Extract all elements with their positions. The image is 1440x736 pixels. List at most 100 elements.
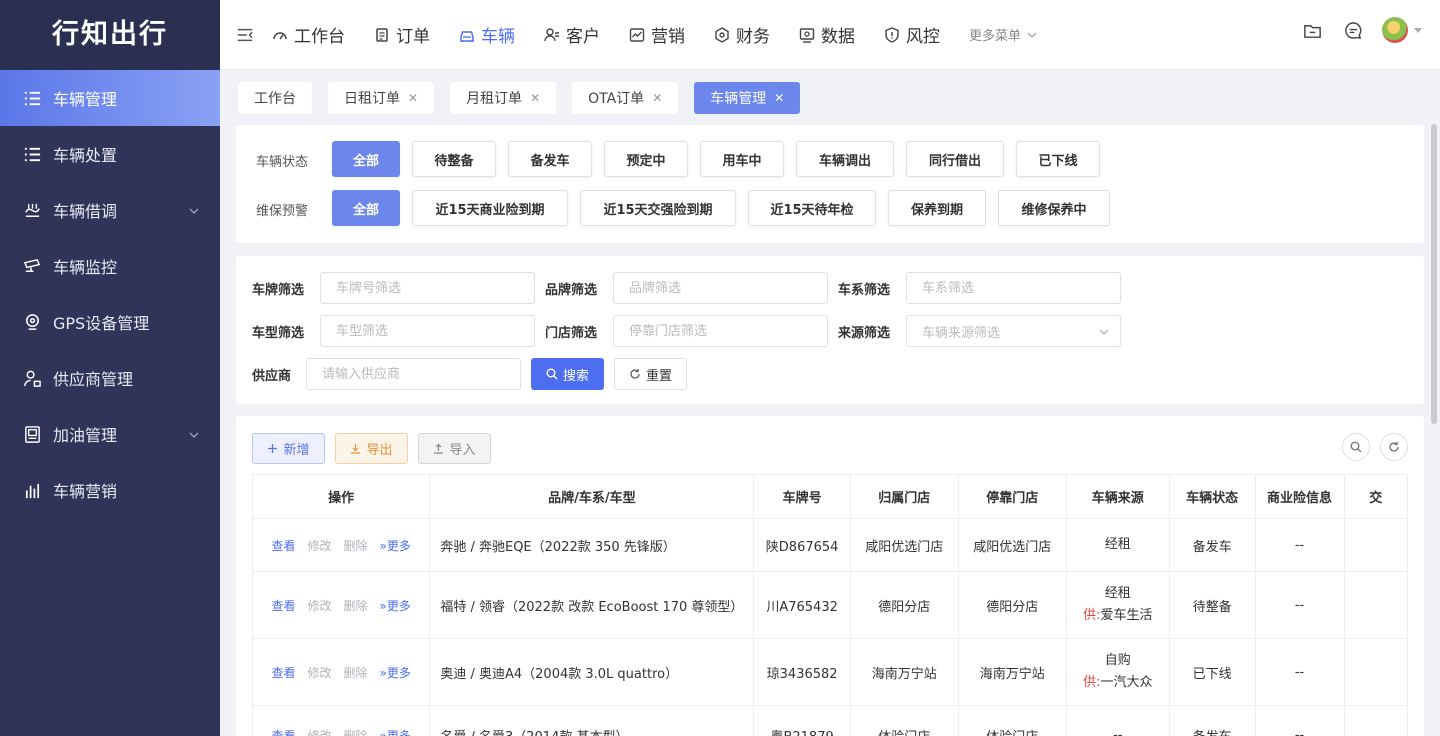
folder-icon[interactable] <box>1301 19 1323 41</box>
maintenance-warning-option-4[interactable]: 保养到期 <box>888 190 986 226</box>
vehicle-status-option-5[interactable]: 车辆调出 <box>796 141 894 177</box>
message-icon[interactable] <box>1342 19 1364 41</box>
source-cell: 自购 供:一汽大众 <box>1065 638 1170 706</box>
close-icon[interactable]: ✕ <box>530 91 540 105</box>
search-button[interactable]: 搜索 <box>531 358 604 390</box>
sidebar-item-5[interactable]: 供应商管理 <box>0 350 220 406</box>
edit-link[interactable]: 修改 <box>307 599 331 613</box>
tab-2[interactable]: 月租订单 ✕ <box>450 82 557 114</box>
maintenance-warning-option-0[interactable]: 全部 <box>332 190 400 226</box>
view-link[interactable]: 查看 <box>271 666 295 680</box>
refresh-icon <box>1389 442 1399 452</box>
menu-toggle-icon[interactable] <box>236 25 256 45</box>
customer-icon <box>544 26 561 43</box>
sidebar-item-1[interactable]: 车辆处置 <box>0 126 220 182</box>
vehicle-status-option-1[interactable]: 待整备 <box>412 141 496 177</box>
tab-0[interactable]: 工作台 <box>238 82 312 114</box>
table-row: 查看 修改 删除 »更多 奔驰 / 奔驰EQE（2022款 350 先锋版） 陕D8676… <box>252 518 1408 572</box>
close-icon[interactable]: ✕ <box>408 91 418 105</box>
topnav-item-2[interactable]: 车辆 <box>459 22 515 47</box>
more-link[interactable]: »更多 <box>380 666 411 680</box>
source-filter-select[interactable]: 车辆来源筛选 <box>906 315 1121 347</box>
view-link[interactable]: 查看 <box>271 729 295 736</box>
view-link[interactable]: 查看 <box>271 599 295 613</box>
delete-link[interactable]: 删除 <box>344 666 368 680</box>
topnav-item-7[interactable]: 风控 <box>884 22 940 47</box>
sidebar-item-0[interactable]: 车辆管理 <box>0 70 220 126</box>
column-header: 交 <box>1343 474 1408 519</box>
topnav-item-0[interactable]: 工作台 <box>272 22 345 47</box>
chevron-down-icon <box>1027 32 1037 38</box>
plate-filter-input[interactable] <box>320 272 535 304</box>
topnav-item-4[interactable]: 营销 <box>629 22 685 47</box>
user-avatar[interactable] <box>1382 17 1408 43</box>
chevron-down-icon <box>188 426 200 438</box>
import-button[interactable]: 导入 <box>418 433 491 464</box>
tab-3[interactable]: OTA订单 ✕ <box>572 82 679 114</box>
sidebar-item-6[interactable]: 加油管理 <box>0 406 220 462</box>
maintenance-warning-option-1[interactable]: 近15天商业险到期 <box>412 190 568 226</box>
close-icon[interactable]: ✕ <box>774 91 784 105</box>
brand-filter-input[interactable] <box>613 272 828 304</box>
maintenance-warning-option-3[interactable]: 近15天待年检 <box>748 190 876 226</box>
edit-link[interactable]: 修改 <box>307 729 331 736</box>
store-filter-input[interactable] <box>613 315 828 347</box>
insurance-cell: -- <box>1254 705 1345 736</box>
page-scrollbar[interactable] <box>1431 124 1437 424</box>
more-link[interactable]: »更多 <box>380 539 411 553</box>
add-button[interactable]: 新增 <box>252 433 325 464</box>
topnav-item-5[interactable]: 财务 <box>714 22 770 47</box>
maintenance-warning-option-5[interactable]: 维修保养中 <box>998 190 1110 226</box>
delete-link[interactable]: 删除 <box>344 539 368 553</box>
model-filter-input[interactable] <box>320 315 535 347</box>
status-cell: 已下线 <box>1168 638 1256 706</box>
toggle-search-button[interactable] <box>1342 433 1370 461</box>
more-link[interactable]: »更多 <box>380 599 411 613</box>
edit-link[interactable]: 修改 <box>307 666 331 680</box>
close-icon[interactable]: ✕ <box>652 91 662 105</box>
delete-link[interactable]: 删除 <box>344 599 368 613</box>
vehicle-source: 经租 <box>1104 586 1131 601</box>
page-tabs: 工作台 日租订单 ✕ 月租订单 ✕ OTA订单 ✕ 车辆管理 ✕ <box>238 82 816 114</box>
status-cell: 备发车 <box>1168 518 1256 572</box>
search-button-label: 搜索 <box>562 368 589 384</box>
vehicle-status-option-4[interactable]: 用车中 <box>700 141 784 177</box>
more-link[interactable]: »更多 <box>380 729 411 736</box>
vehicle-status-option-6[interactable]: 同行借出 <box>906 141 1004 177</box>
supplier-line: 供:一汽大众 <box>1077 672 1159 694</box>
tab-1[interactable]: 日租订单 ✕ <box>328 82 435 114</box>
store-filter-label: 门店筛选 <box>545 326 598 341</box>
plate-cell: 琼3436582 <box>753 638 851 706</box>
edit-link[interactable]: 修改 <box>307 539 331 553</box>
vehicle-status-option-2[interactable]: 备发车 <box>508 141 592 177</box>
vehicle-status-option-7[interactable]: 已下线 <box>1016 141 1100 177</box>
export-button[interactable]: 导出 <box>335 433 408 464</box>
vehicle-status-option-3[interactable]: 预定中 <box>604 141 688 177</box>
sidebar-item-4[interactable]: GPS设备管理 <box>0 294 220 350</box>
topnav-item-3[interactable]: 客户 <box>544 22 600 47</box>
more-menu-dropdown[interactable]: 更多菜单 <box>969 25 1037 44</box>
caret-down-icon[interactable] <box>1414 26 1422 34</box>
topnav-item-label: 订单 <box>396 27 430 47</box>
delete-link[interactable]: 删除 <box>344 729 368 736</box>
source-cell: 经租 <box>1065 518 1170 572</box>
series-filter-input[interactable] <box>906 272 1121 304</box>
sidebar-item-7[interactable]: 车辆营销 <box>0 462 220 518</box>
maintenance-warning-option-2[interactable]: 近15天交强险到期 <box>580 190 736 226</box>
vehicle-status-option-0[interactable]: 全部 <box>332 141 400 177</box>
supplier-icon <box>22 368 42 388</box>
topnav-item-6[interactable]: 数据 <box>799 22 855 47</box>
sidebar-item-label: 车辆处置 <box>53 146 118 165</box>
topnav-item-1[interactable]: 订单 <box>374 22 430 47</box>
sidebar-item-3[interactable]: 车辆监控 <box>0 238 220 294</box>
refresh-table-button[interactable] <box>1380 433 1408 461</box>
reset-button-label: 重置 <box>645 368 672 384</box>
chevron-down-icon <box>188 202 200 214</box>
tab-4[interactable]: 车辆管理 ✕ <box>694 82 801 114</box>
sidebar-item-label: GPS设备管理 <box>53 314 150 333</box>
supplier-filter-input[interactable] <box>306 358 521 390</box>
sidebar-item-2[interactable]: 车辆借调 <box>0 182 220 238</box>
reset-button[interactable]: 重置 <box>614 358 687 390</box>
vehicle-table: 操作 品牌/车系/车型 车牌号 归属门店 停靠门店 车辆来源 车辆状态 商业险信息交 查看 修改… <box>252 474 1408 736</box>
view-link[interactable]: 查看 <box>271 539 295 553</box>
